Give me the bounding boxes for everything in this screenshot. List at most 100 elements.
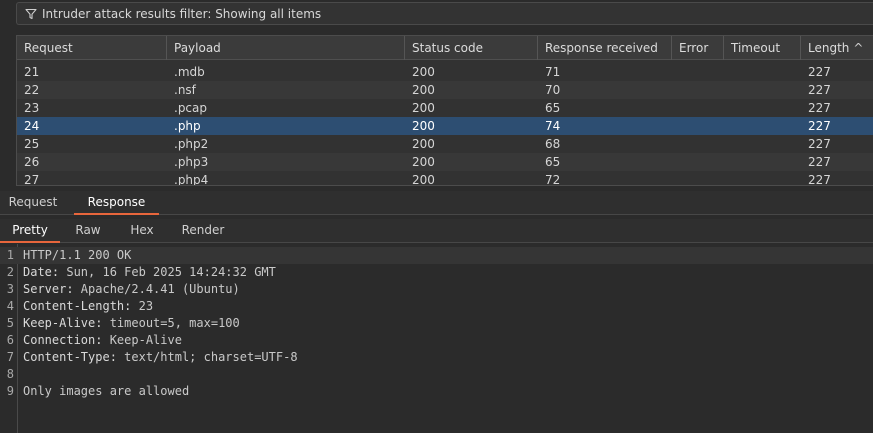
cell-timeout	[724, 171, 801, 185]
cell-request: 23	[24, 101, 40, 115]
filter-icon	[25, 8, 37, 19]
editor-line: 3 Server: Apache/2.4.41 (Ubuntu)	[0, 281, 873, 298]
line-text: Date: Sun, 16 Feb 2025 14:24:32 GMT	[23, 264, 276, 281]
line-text: Content-Length: 23	[23, 298, 153, 315]
editor-line: 7 Content-Type: text/html; charset=UTF-8	[0, 349, 873, 366]
header-value: Apache/2.4.41 (Ubuntu)	[73, 282, 240, 296]
header-name: Server:	[23, 282, 74, 296]
cell-length: 227	[808, 101, 831, 115]
tab-response[interactable]: Response	[74, 191, 159, 215]
cell-error	[672, 171, 724, 185]
cell-request: 24	[24, 119, 40, 133]
cell-error	[672, 135, 724, 153]
cell-length: 227	[808, 65, 831, 79]
cell-length: 227	[808, 83, 831, 97]
table-row[interactable]: 27 .php4 200 72 227	[17, 171, 873, 186]
column-header-payload[interactable]: Payload	[167, 36, 405, 60]
cell-response-received: 70	[545, 83, 561, 97]
cell-payload: .php2	[174, 137, 209, 151]
column-header-status-code[interactable]: Status code	[405, 36, 538, 60]
column-header-timeout[interactable]: Timeout	[724, 36, 801, 60]
editor-line: 9 Only images are allowed	[0, 383, 873, 400]
header-value: Keep-Alive	[102, 333, 182, 347]
line-number: 1	[6, 248, 14, 262]
line-number: 2	[6, 265, 14, 279]
editor-line: 1 HTTP/1.1 200 OK	[0, 247, 873, 264]
cell-timeout	[724, 63, 801, 81]
header-value: Only images are allowed	[23, 384, 190, 398]
line-text: Server: Apache/2.4.41 (Ubuntu)	[23, 281, 240, 298]
cell-response-received: 65	[545, 155, 561, 169]
results-filter-bar[interactable]: Intruder attack results filter: Showing …	[16, 2, 873, 25]
cell-payload: .php3	[174, 155, 209, 169]
table-row[interactable]: 24 .php 200 74 227	[17, 117, 873, 135]
line-number: 8	[6, 367, 14, 381]
header-name: Connection:	[23, 333, 103, 347]
table-row[interactable]: 26 .php3 200 65 227	[17, 153, 873, 171]
cell-request: 22	[24, 83, 40, 97]
cell-error	[672, 81, 724, 99]
line-number: 5	[6, 316, 14, 330]
editor-line: 2 Date: Sun, 16 Feb 2025 14:24:32 GMT	[0, 264, 873, 281]
line-number: 7	[6, 350, 14, 364]
table-row[interactable]: 25 .php2 200 68 227	[17, 135, 873, 153]
header-value: text/html; charset=UTF-8	[116, 350, 298, 364]
cell-status-code: 200	[412, 173, 435, 186]
tab-hex[interactable]: Hex	[118, 219, 166, 243]
cell-status-code: 200	[412, 155, 435, 169]
table-row[interactable]: 22 .nsf 200 70 227	[17, 81, 873, 99]
header-value: timeout=5, max=100	[102, 316, 240, 330]
cell-payload: .pcap	[174, 101, 207, 115]
cell-length: 227	[808, 119, 831, 133]
cell-response-received: 72	[545, 173, 561, 186]
cell-request: 25	[24, 137, 40, 151]
cell-response-received: 71	[545, 65, 561, 79]
column-header-length[interactable]: Length ^	[801, 36, 873, 60]
cell-status-code: 200	[412, 65, 435, 79]
table-row[interactable]: 23 .pcap 200 65 227	[17, 99, 873, 117]
header-name: Keep-Alive:	[23, 316, 103, 330]
cell-payload: .mdb	[174, 65, 205, 79]
cell-error	[672, 63, 724, 81]
view-tabs: Pretty Raw Hex Render	[0, 219, 873, 243]
cell-request: 27	[24, 173, 40, 186]
cell-status-code: 200	[412, 101, 435, 115]
line-text: Connection: Keep-Alive	[23, 332, 182, 349]
line-number: 4	[6, 299, 14, 313]
header-value: 23	[131, 299, 154, 313]
tab-pretty[interactable]: Pretty	[0, 219, 60, 243]
cell-timeout	[724, 99, 801, 117]
response-editor[interactable]: 1 HTTP/1.1 200 OK 2 Date: Sun, 16 Feb 2025 …	[0, 244, 873, 433]
line-number: 3	[6, 282, 14, 296]
cell-response-received: 65	[545, 101, 561, 115]
tab-render[interactable]: Render	[172, 219, 234, 243]
cell-length: 227	[808, 173, 831, 186]
cell-timeout	[724, 153, 801, 171]
line-text: Content-Type: text/html; charset=UTF-8	[23, 349, 298, 366]
header-name: Content-Type:	[23, 350, 117, 364]
table-header: Request Payload Status code Response rec…	[17, 36, 873, 60]
cell-response-received: 68	[545, 137, 561, 151]
editor-line: 5 Keep-Alive: timeout=5, max=100	[0, 315, 873, 332]
line-number: 6	[6, 333, 14, 347]
cell-error	[672, 99, 724, 117]
results-table[interactable]: Request Payload Status code Response rec…	[16, 35, 873, 186]
sort-ascending-icon: ^	[853, 41, 864, 55]
line-text: HTTP/1.1 200 OK	[23, 247, 131, 264]
editor-line: 6 Connection: Keep-Alive	[0, 332, 873, 349]
table-row[interactable]: 21 .mdb 200 71 227	[17, 63, 873, 81]
column-header-request[interactable]: Request	[17, 36, 167, 60]
header-value: Sun, 16 Feb 2025 14:24:32 GMT	[59, 265, 276, 279]
column-header-response-received[interactable]: Response received	[538, 36, 672, 60]
column-header-error[interactable]: Error	[672, 36, 724, 60]
tab-request[interactable]: Request	[0, 191, 66, 215]
header-value: HTTP/1.1 200 OK	[23, 248, 132, 262]
editor-line: 4 Content-Length: 23	[0, 298, 873, 315]
tab-raw[interactable]: Raw	[62, 219, 114, 243]
cell-status-code: 200	[412, 119, 435, 133]
cell-error	[672, 117, 724, 135]
cell-status-code: 200	[412, 83, 435, 97]
cell-payload: .php4	[174, 173, 209, 186]
header-name: Date:	[23, 265, 60, 279]
column-header-length-label: Length	[808, 41, 850, 55]
